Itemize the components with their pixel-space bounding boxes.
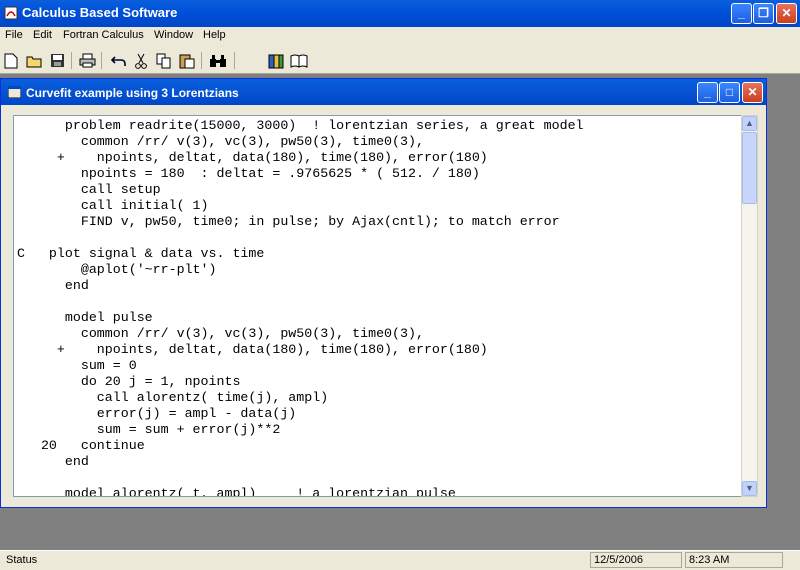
close-icon: ✕ xyxy=(781,6,792,20)
menu-file[interactable]: File xyxy=(5,29,23,41)
toolbar-separator xyxy=(101,52,102,69)
minimize-icon: _ xyxy=(738,6,745,20)
toolbar-separator xyxy=(201,52,202,69)
app-logo-icon xyxy=(4,6,18,20)
open-folder-icon xyxy=(26,56,42,67)
child-window-title: Curvefit example using 3 Lorentzians xyxy=(26,86,239,100)
menu-fortran-calculus[interactable]: Fortran Calculus xyxy=(63,29,144,41)
source-code-text[interactable]: problem readrite(15000, 3000) ! lorentzi… xyxy=(14,116,742,496)
print-icon xyxy=(79,53,95,68)
undo-button[interactable] xyxy=(108,51,128,70)
child-maximize-button[interactable]: □ xyxy=(719,82,740,103)
paste-icon xyxy=(179,54,195,68)
scroll-down-button[interactable]: ▼ xyxy=(742,481,757,496)
scroll-up-button[interactable]: ▲ xyxy=(742,116,757,131)
find-button[interactable] xyxy=(208,51,228,70)
scroll-thumb[interactable] xyxy=(742,132,757,204)
help-book-icon xyxy=(290,54,308,68)
book-icon xyxy=(268,54,284,68)
status-text: Status xyxy=(6,554,38,566)
save-icon xyxy=(50,54,64,67)
chevron-up-icon: ▲ xyxy=(745,118,754,128)
copy-button[interactable] xyxy=(154,51,174,70)
status-date: 12/5/2006 xyxy=(590,552,682,568)
toolbar-separator xyxy=(71,52,72,69)
cut-icon xyxy=(135,53,147,69)
restore-button[interactable]: ❐ xyxy=(753,3,774,24)
status-time: 8:23 AM xyxy=(685,552,783,568)
code-editor[interactable]: problem readrite(15000, 3000) ! lorentzi… xyxy=(13,115,743,497)
chevron-down-icon: ▼ xyxy=(745,483,754,493)
save-button[interactable] xyxy=(47,51,67,70)
new-button[interactable] xyxy=(1,51,21,70)
minimize-button[interactable]: _ xyxy=(731,3,752,24)
restore-icon: ❐ xyxy=(758,6,769,20)
toolbar-separator xyxy=(234,52,235,69)
help-book-button[interactable] xyxy=(289,51,309,70)
maximize-icon: □ xyxy=(725,85,734,99)
minimize-icon: _ xyxy=(704,85,711,99)
menu-help[interactable]: Help xyxy=(203,29,226,41)
app-title: Calculus Based Software xyxy=(22,5,178,20)
book-button[interactable] xyxy=(266,51,286,70)
open-button[interactable] xyxy=(24,51,44,70)
print-button[interactable] xyxy=(77,51,97,70)
close-icon: ✕ xyxy=(747,85,758,99)
child-minimize-button[interactable]: _ xyxy=(697,82,718,103)
undo-icon xyxy=(110,56,126,66)
document-icon xyxy=(8,86,21,98)
new-document-icon xyxy=(4,53,18,68)
menu-window[interactable]: Window xyxy=(154,29,193,41)
close-button[interactable]: ✕ xyxy=(776,3,797,24)
cut-button[interactable] xyxy=(131,51,151,70)
paste-button[interactable] xyxy=(177,51,197,70)
menu-edit[interactable]: Edit xyxy=(33,29,52,41)
child-close-button[interactable]: ✕ xyxy=(742,82,763,103)
find-binoculars-icon xyxy=(210,54,226,67)
copy-icon xyxy=(156,53,171,68)
